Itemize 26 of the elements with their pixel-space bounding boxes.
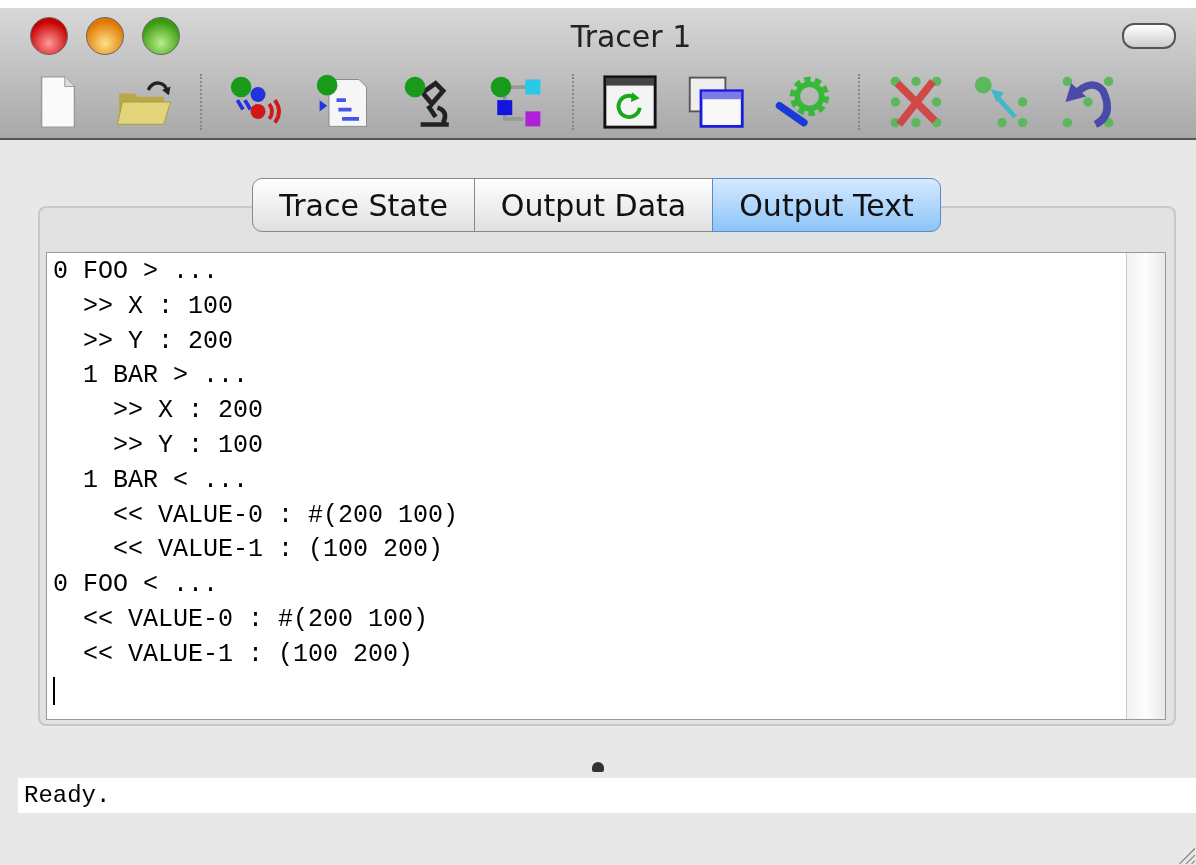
- zoom-button[interactable]: [142, 17, 180, 55]
- output-line: 1 BAR > ...: [82, 360, 250, 393]
- status-text: Ready.: [18, 778, 1196, 813]
- output-line: 0 FOO < ...: [53, 569, 220, 602]
- toolbar-toggle-button[interactable]: [1122, 23, 1176, 49]
- progress-indicator-icon: [592, 762, 604, 772]
- output-line: >> X : 200: [112, 395, 265, 428]
- refresh-window-icon[interactable]: [600, 73, 660, 131]
- output-line: << VALUE-0 : #(200 100): [82, 603, 430, 636]
- output-line: >> Y : 100: [112, 430, 265, 462]
- tab[interactable]: Output Data: [473, 178, 714, 232]
- window-title: Tracer 1: [569, 18, 693, 54]
- close-button[interactable]: [30, 17, 68, 55]
- output-line: << VALUE-1 : (100 200): [82, 638, 415, 671]
- output-line: >> X : 100: [82, 290, 235, 323]
- tab[interactable]: Output Text: [712, 178, 941, 232]
- output-line: << VALUE-1 : (100 200): [112, 534, 445, 567]
- tab[interactable]: Trace State: [252, 178, 475, 232]
- output-line: << VALUE-0 : #(200 100): [112, 499, 460, 532]
- text-cursor: [53, 676, 55, 705]
- output-line: 0 FOO > ...: [53, 256, 220, 288]
- minimize-button[interactable]: [86, 17, 124, 55]
- scrollbar[interactable]: [1126, 253, 1165, 719]
- output-line: >> Y : 200: [82, 325, 235, 358]
- output-line: 1 BAR < ...: [82, 464, 250, 497]
- output-text-area[interactable]: 0 FOO > ... >> X : 100 >> Y : 200 1 BAR > ... >> X : 200 >> Y : 100 1 BAR < ... << VALUE-0 : #(200 100) << VALUE-1 : (100 200) 0 FOO < ... << VALUE-0 : #(200 100) << VALUE-1 : (100 200): [46, 252, 1166, 720]
